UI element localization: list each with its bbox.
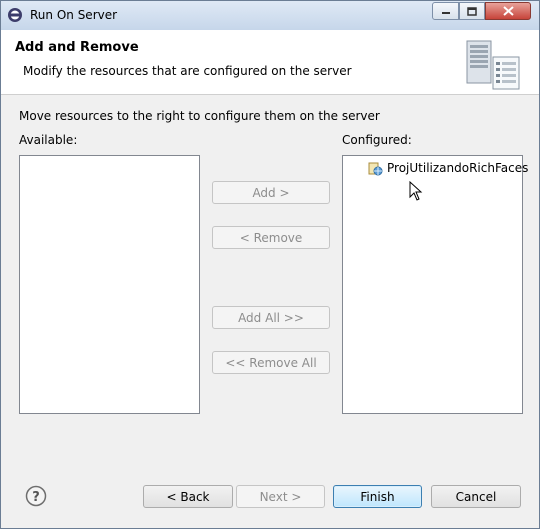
remove-all-button[interactable]: << Remove All bbox=[212, 351, 330, 374]
window-title: Run On Server bbox=[30, 8, 118, 22]
title-bar[interactable]: Run On Server bbox=[1, 1, 539, 30]
add-button[interactable]: Add > bbox=[212, 181, 330, 204]
minimize-icon bbox=[441, 12, 450, 14]
instruction-text: Move resources to the right to configure… bbox=[19, 109, 380, 123]
eclipse-server-icon bbox=[8, 8, 22, 22]
maximize-icon bbox=[467, 6, 477, 16]
svg-text:?: ? bbox=[32, 490, 40, 505]
page-description: Modify the resources that are configured… bbox=[23, 64, 352, 78]
mouse-cursor-icon bbox=[409, 181, 423, 201]
list-item[interactable]: ProjUtilizandoRichFaces bbox=[367, 159, 528, 177]
available-label: Available: bbox=[19, 133, 78, 147]
back-button[interactable]: < Back bbox=[143, 485, 233, 508]
add-all-button[interactable]: Add All >> bbox=[212, 306, 330, 329]
close-button[interactable] bbox=[485, 2, 531, 20]
close-icon bbox=[502, 6, 514, 16]
list-item-label: ProjUtilizandoRichFaces bbox=[387, 161, 529, 175]
remove-button[interactable]: < Remove bbox=[212, 226, 330, 249]
maximize-button[interactable] bbox=[459, 2, 485, 20]
wizard-header: Add and Remove Modify the resources that… bbox=[1, 30, 539, 95]
page-title: Add and Remove bbox=[15, 40, 139, 55]
web-project-icon bbox=[368, 162, 383, 176]
next-button[interactable]: Next > bbox=[236, 485, 325, 508]
minimize-button[interactable] bbox=[432, 2, 459, 20]
configured-list[interactable]: ProjUtilizandoRichFaces bbox=[342, 155, 528, 414]
cancel-button[interactable]: Cancel bbox=[431, 485, 521, 508]
help-icon[interactable]: ? bbox=[25, 485, 47, 507]
finish-button[interactable]: Finish bbox=[333, 485, 422, 508]
server-wizard-icon bbox=[466, 40, 520, 90]
configured-label: Configured: bbox=[342, 133, 412, 147]
run-on-server-dialog: Run On Server Add and Remove Modify the … bbox=[0, 0, 540, 529]
available-list[interactable] bbox=[19, 155, 200, 414]
